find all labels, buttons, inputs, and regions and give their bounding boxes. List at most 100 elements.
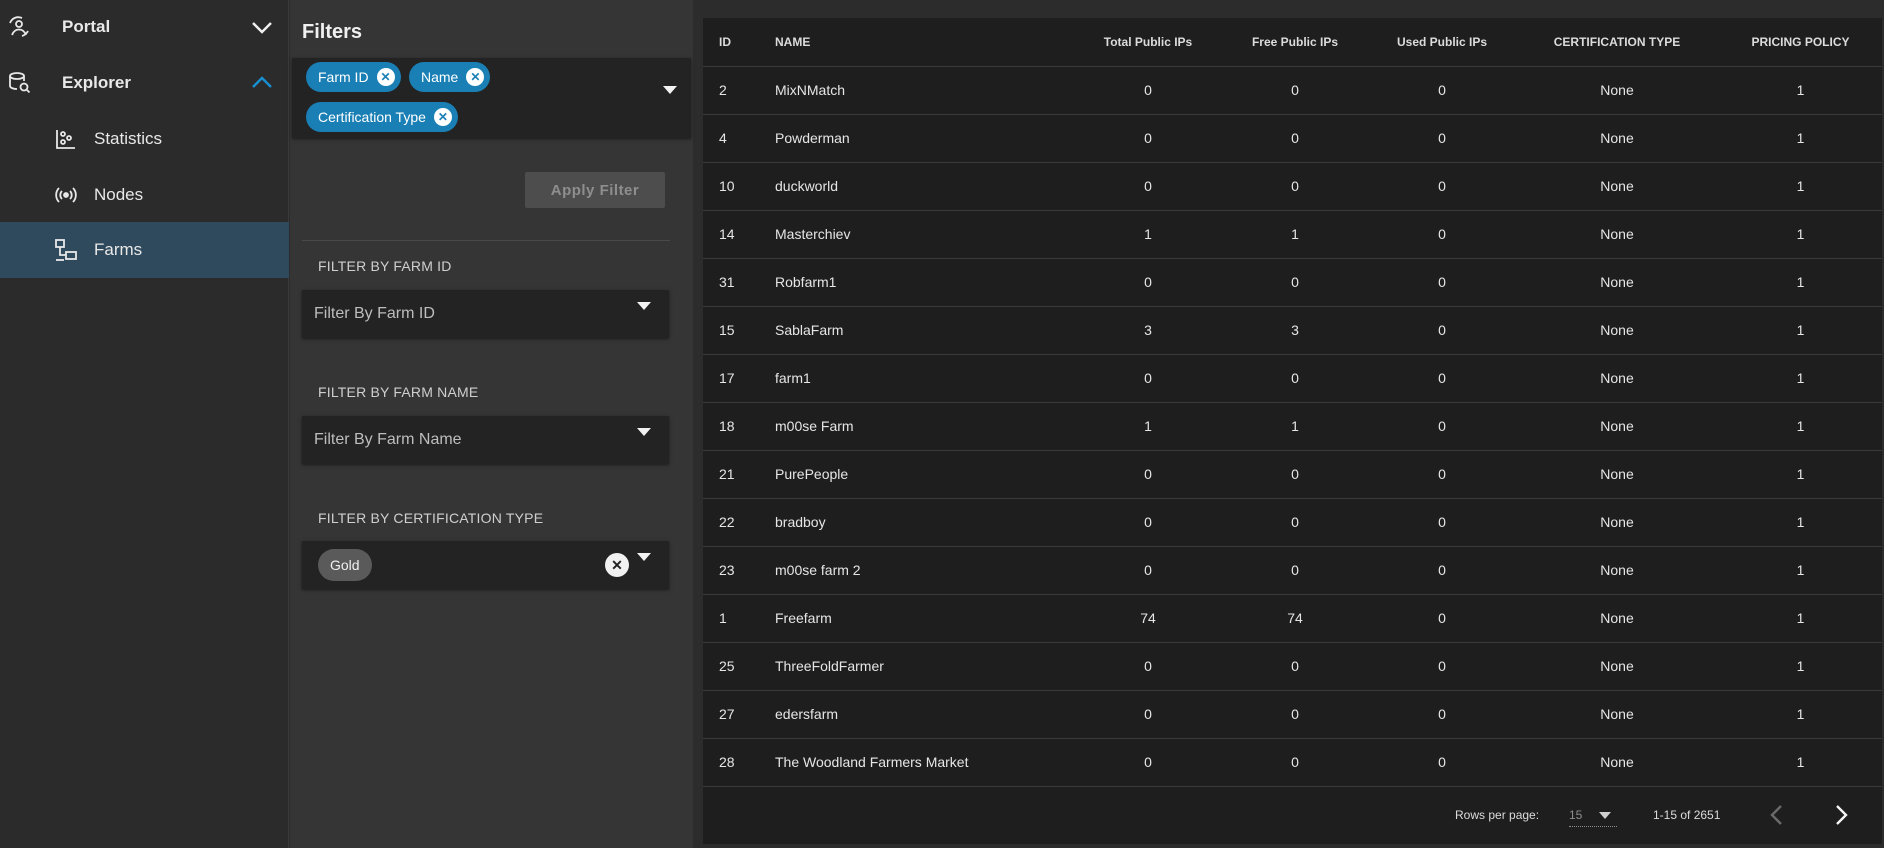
cell-id: 17	[703, 354, 775, 403]
cell-pricing-policy: 1	[1719, 114, 1882, 163]
table-row[interactable]: 27 edersfarm 0 0 0 None 1	[703, 690, 1882, 739]
cell-name: MixNMatch	[775, 66, 1075, 115]
table-row[interactable]: 25 ThreeFoldFarmer 0 0 0 None 1	[703, 642, 1882, 691]
table-row[interactable]: 23 m00se farm 2 0 0 0 None 1	[703, 546, 1882, 595]
cell-name: PurePeople	[775, 450, 1075, 499]
cell-certification-type: None	[1515, 498, 1719, 547]
chip-label: Name	[421, 69, 459, 85]
column-header-certification-type[interactable]: CERTIFICATION TYPE	[1515, 18, 1719, 67]
column-header-pricing-policy[interactable]: PRICING POLICY	[1719, 18, 1882, 67]
rows-per-page-select[interactable]: 15	[1569, 808, 1617, 827]
cell-name: ThreeFoldFarmer	[775, 642, 1075, 691]
nav-group-portal[interactable]: Portal	[0, 4, 289, 50]
cell-certification-type: None	[1515, 450, 1719, 499]
divider	[302, 240, 670, 241]
cell-used-public-ips: 0	[1369, 498, 1515, 547]
table-row[interactable]: 17 farm1 0 0 0 None 1	[703, 354, 1882, 403]
filters-title: Filters	[302, 21, 363, 43]
cell-pricing-policy: 1	[1719, 690, 1882, 739]
selected-chip-gold: Gold	[318, 549, 372, 581]
table-row[interactable]: 10 duckworld 0 0 0 None 1	[703, 162, 1882, 211]
table-row[interactable]: 4 Powderman 0 0 0 None 1	[703, 114, 1882, 163]
cell-free-public-ips: 0	[1221, 258, 1369, 307]
cell-name: m00se farm 2	[775, 546, 1075, 595]
cell-certification-type: None	[1515, 402, 1719, 451]
sidebar-item-nodes[interactable]: Nodes	[0, 172, 289, 218]
caret-down-icon[interactable]	[637, 553, 651, 579]
close-icon[interactable]: ✕	[466, 68, 485, 86]
filters-panel: Filters Farm ID ✕ Name ✕ Certification T…	[290, 0, 693, 848]
section-label-farm-id: FILTER BY FARM ID	[318, 258, 452, 274]
close-icon[interactable]: ✕	[376, 68, 395, 86]
chevron-down-icon[interactable]	[249, 14, 275, 40]
cell-pricing-policy: 1	[1719, 594, 1882, 643]
cell-free-public-ips: 0	[1221, 738, 1369, 787]
cell-total-public-ips: 1	[1075, 402, 1221, 451]
cell-id: 1	[703, 594, 775, 643]
caret-down-icon[interactable]	[637, 302, 651, 328]
chevron-left-icon[interactable]	[1763, 801, 1791, 829]
table-row[interactable]: 1 Freefarm 74 74 0 None 1	[703, 594, 1882, 643]
caret-down-icon[interactable]	[637, 428, 651, 454]
cell-id: 2	[703, 66, 775, 115]
caret-down-icon[interactable]	[663, 86, 677, 112]
cell-name: duckworld	[775, 162, 1075, 211]
column-header-id[interactable]: ID	[703, 18, 775, 67]
chip-label: Farm ID	[318, 69, 369, 85]
cell-name: SablaFarm	[775, 306, 1075, 355]
cell-id: 14	[703, 210, 775, 259]
table-row[interactable]: 18 m00se Farm 1 1 0 None 1	[703, 402, 1882, 451]
filter-chip-name: Name ✕	[409, 62, 491, 92]
filter-chip-farm-id: Farm ID ✕	[306, 62, 401, 92]
cell-free-public-ips: 0	[1221, 642, 1369, 691]
cell-total-public-ips: 74	[1075, 594, 1221, 643]
sidebar-item-label: Statistics	[94, 129, 163, 148]
nav-group-explorer[interactable]: Explorer	[0, 60, 289, 106]
column-header-free-public-ips[interactable]: Free Public IPs	[1221, 18, 1369, 67]
cell-used-public-ips: 0	[1369, 690, 1515, 739]
active-filters-select[interactable]: Farm ID ✕ Name ✕ Certification Type ✕	[292, 58, 691, 138]
cell-id: 25	[703, 642, 775, 691]
column-header-used-public-ips[interactable]: Used Public IPs	[1369, 18, 1515, 67]
cell-free-public-ips: 74	[1221, 594, 1369, 643]
cell-certification-type: None	[1515, 66, 1719, 115]
table-row[interactable]: 21 PurePeople 0 0 0 None 1	[703, 450, 1882, 499]
chevron-right-icon[interactable]	[1827, 801, 1855, 829]
table-row[interactable]: 31 Robfarm1 0 0 0 None 1	[703, 258, 1882, 307]
column-header-total-public-ips[interactable]: Total Public IPs	[1075, 18, 1221, 67]
sidebar-item-statistics[interactable]: Statistics	[0, 116, 289, 162]
farm-id-select[interactable]: Filter By Farm ID	[302, 290, 669, 338]
table-row[interactable]: 14 Masterchiev 1 1 0 None 1	[703, 210, 1882, 259]
apply-filter-button[interactable]: Apply Filter	[525, 172, 665, 208]
page-range: 1-15 of 2651	[1653, 808, 1721, 822]
cell-free-public-ips: 1	[1221, 210, 1369, 259]
cell-id: 23	[703, 546, 775, 595]
cell-name: edersfarm	[775, 690, 1075, 739]
table-header-row: ID NAME Total Public IPs Free Public IPs…	[703, 18, 1882, 67]
column-header-name[interactable]: NAME	[775, 18, 1075, 67]
sidebar-item-farms[interactable]: Farms	[0, 222, 289, 278]
cell-pricing-policy: 1	[1719, 546, 1882, 595]
farms-table-panel: ID NAME Total Public IPs Free Public IPs…	[703, 18, 1882, 844]
cell-pricing-policy: 1	[1719, 642, 1882, 691]
cell-free-public-ips: 0	[1221, 498, 1369, 547]
table-row[interactable]: 28 The Woodland Farmers Market 0 0 0 None 1	[703, 738, 1882, 787]
table-row[interactable]: 15 SablaFarm 3 3 0 None 1	[703, 306, 1882, 355]
cert-type-select[interactable]: Gold ✕	[302, 541, 669, 589]
sidebar-item-label: Farms	[94, 240, 143, 259]
cell-id: 15	[703, 306, 775, 355]
cell-total-public-ips: 0	[1075, 690, 1221, 739]
table-row[interactable]: 22 bradboy 0 0 0 None 1	[703, 498, 1882, 547]
chevron-up-icon[interactable]	[249, 70, 275, 96]
cell-total-public-ips: 0	[1075, 450, 1221, 499]
cell-id: 31	[703, 258, 775, 307]
clear-icon[interactable]: ✕	[605, 553, 629, 577]
farms-icon	[54, 238, 78, 262]
table-row[interactable]: 2 MixNMatch 0 0 0 None 1	[703, 66, 1882, 115]
cell-id: 18	[703, 402, 775, 451]
cell-name: The Woodland Farmers Market	[775, 738, 1075, 787]
cell-free-public-ips: 0	[1221, 162, 1369, 211]
farm-name-select[interactable]: Filter By Farm Name	[302, 416, 669, 464]
close-icon[interactable]: ✕	[433, 108, 452, 126]
cell-certification-type: None	[1515, 210, 1719, 259]
